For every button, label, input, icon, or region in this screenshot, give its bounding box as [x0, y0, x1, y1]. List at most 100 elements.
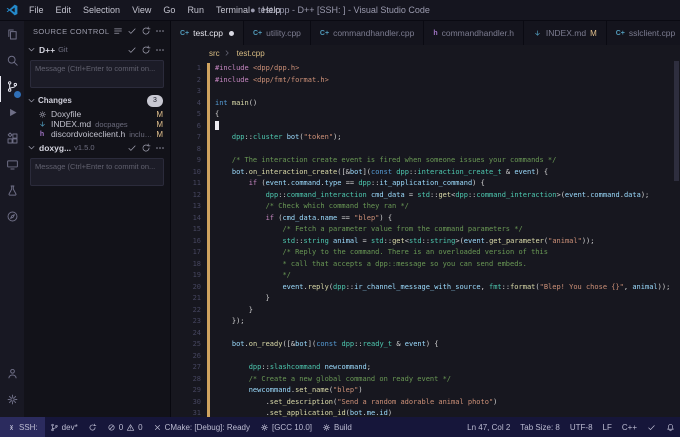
code-line[interactable]: /* Create a new global command on ready …	[215, 374, 680, 386]
code-line[interactable]: dpp::command_interaction cmd_data = std:…	[215, 190, 680, 202]
code-line[interactable]: {	[215, 109, 680, 121]
status-encoding[interactable]: UTF-8	[565, 417, 598, 437]
line-number: 13	[192, 202, 201, 210]
status-remote-indicator[interactable]: SSH:	[0, 417, 45, 437]
code-line[interactable]: bot.on_ready([&bot](const dpp::ready_t &…	[215, 339, 680, 351]
code-line[interactable]: /* Check which command they ran */	[215, 201, 680, 213]
status-git-branch[interactable]: dev*	[45, 417, 83, 437]
refresh-icon[interactable]	[141, 26, 151, 36]
menu-run[interactable]: Run	[181, 0, 210, 20]
code-line[interactable]: event.reply(dpp::ir_channel_message_with…	[215, 282, 680, 294]
chevron-down-icon[interactable]	[27, 143, 36, 152]
breadcrumb-folder[interactable]: src	[209, 49, 220, 58]
tab-commandhandler-cpp[interactable]: C+ commandhandler.cpp	[310, 21, 425, 45]
warning-icon	[126, 423, 135, 432]
more-icon[interactable]	[155, 26, 165, 36]
code-line[interactable]: #include <dpp/fmt/format.h>	[215, 75, 680, 87]
activity-search[interactable]	[0, 50, 24, 76]
status-cursor-position[interactable]: Ln 47, Col 2	[462, 417, 515, 437]
check-icon[interactable]	[127, 143, 137, 153]
code-line[interactable]	[215, 86, 680, 98]
menu-selection[interactable]: Selection	[77, 0, 126, 20]
activity-manage-settings[interactable]	[0, 389, 24, 415]
menu-terminal[interactable]: Terminal	[210, 0, 256, 20]
check-icon[interactable]	[127, 45, 137, 55]
tab-sslclient-cpp[interactable]: C+ sslclient.cpp	[606, 21, 680, 45]
status-cmake-status[interactable]: CMake: [Debug]: Ready	[148, 417, 255, 437]
activity-gitlens[interactable]	[0, 206, 24, 232]
code-line[interactable]: dpp::cluster bot("token");	[215, 132, 680, 144]
commit-message-input[interactable]: Message (Ctrl+Enter to commit on...	[30, 60, 164, 88]
refresh-icon[interactable]	[141, 143, 151, 153]
tab-commandhandler-h[interactable]: h commandhandler.h	[424, 21, 524, 45]
status-problems[interactable]: 00	[102, 417, 148, 437]
code-line[interactable]: dpp::slashcommand newcommand;	[215, 362, 680, 374]
code-line[interactable]: }	[215, 305, 680, 317]
more-icon[interactable]	[155, 45, 165, 55]
tab-test-cpp[interactable]: C+ test.cpp	[171, 21, 244, 45]
repo-row-dpp[interactable]: D++ Git	[24, 41, 170, 58]
code-line[interactable]	[215, 351, 680, 363]
more-icon[interactable]	[155, 143, 165, 153]
code-line[interactable]	[215, 144, 680, 156]
menu-help[interactable]: Help	[256, 0, 287, 20]
activity-remote-explorer[interactable]	[0, 154, 24, 180]
code-line[interactable]: int main()	[215, 98, 680, 110]
branch-icon	[50, 423, 59, 432]
status-tab-size[interactable]: Tab Size: 8	[515, 417, 565, 437]
code-line[interactable]: .set_description("Send a random adorable…	[215, 397, 680, 409]
breadcrumb-file[interactable]: test.cpp	[237, 49, 265, 58]
status-format-status[interactable]	[642, 417, 661, 437]
commit-message-input-2[interactable]: Message (Ctrl+Enter to commit on...	[30, 158, 164, 186]
code-line[interactable]	[215, 328, 680, 340]
code-line[interactable]: if (event.command.type == dpp::it_applic…	[215, 178, 680, 190]
gutter[interactable]: 1 2 3 4 5 6 7 8 9 10 11 12 13 14 15 16 17 18 19 20 21 22 23 24 2…	[171, 63, 207, 417]
refresh-icon[interactable]	[141, 45, 151, 55]
tab-utility-cpp[interactable]: C+ utility.cpp	[243, 21, 311, 45]
status-language-mode[interactable]: C++	[617, 417, 642, 437]
tab-index-md[interactable]: INDEX.md M	[523, 21, 607, 45]
changes-section-header[interactable]: Changes 3	[24, 92, 170, 109]
menu-go[interactable]: Go	[157, 0, 181, 20]
status-notifications[interactable]	[661, 417, 680, 437]
menu-file[interactable]: File	[23, 0, 50, 20]
scm-file-discordvoiceclient-h[interactable]: h discordvoiceclient.hinclude/d... M	[24, 129, 170, 139]
status-eol[interactable]: LF	[598, 417, 617, 437]
list-icon[interactable]	[113, 26, 123, 36]
code-line[interactable]: if (cmd_data.name == "blep") {	[215, 213, 680, 225]
status-cmake-build[interactable]: Build	[317, 417, 357, 437]
menu-edit[interactable]: Edit	[50, 0, 78, 20]
activity-testing[interactable]	[0, 180, 24, 206]
code-line[interactable]: */	[215, 270, 680, 282]
code-line[interactable]: * call that accepts a dpp::message so yo…	[215, 259, 680, 271]
code-line[interactable]: newcommand.set_name("blep")	[215, 385, 680, 397]
code-line[interactable]: .set_application_id(bot.me.id)	[215, 408, 680, 417]
chevron-down-icon[interactable]	[27, 45, 36, 54]
scrollbar-thumb[interactable]	[674, 61, 679, 181]
activity-explorer[interactable]	[0, 24, 24, 50]
code-line[interactable]: bot.on_interaction_create([&bot](const d…	[215, 167, 680, 179]
code-line[interactable]: #include <dpp/dpp.h>	[215, 63, 680, 75]
status-sync-changes[interactable]	[83, 417, 102, 437]
code-line[interactable]: /* Reply to the command. There is an ove…	[215, 247, 680, 259]
activity-source-control[interactable]	[0, 76, 24, 102]
repo-row-doxygen[interactable]: doxyg... v1.5.0	[24, 139, 170, 156]
menu-view[interactable]: View	[126, 0, 157, 20]
activity-accounts[interactable]	[0, 363, 24, 389]
code-line[interactable]: /* Fetch a parameter value from the comm…	[215, 224, 680, 236]
code-line[interactable]: }	[215, 293, 680, 305]
editor-scrollbar[interactable]	[672, 61, 680, 417]
breadcrumb[interactable]: src test.cpp	[171, 45, 680, 61]
code-line[interactable]: std::string animal = std::get<std::strin…	[215, 236, 680, 248]
scm-file-index-md[interactable]: INDEX.md docpages M	[24, 119, 170, 129]
code-line[interactable]	[215, 121, 680, 133]
editor[interactable]: 1 2 3 4 5 6 7 8 9 10 11 12 13 14 15 16 17 18 19 20 21 22 23 24 2…	[171, 61, 680, 417]
code-line[interactable]: });	[215, 316, 680, 328]
check-icon[interactable]	[127, 26, 137, 36]
code-lines[interactable]: #include <dpp/dpp.h> #include <dpp/fmt/fo…	[215, 63, 680, 417]
code-line[interactable]: /* The interaction create event is fired…	[215, 155, 680, 167]
activity-run-and-debug[interactable]	[0, 102, 24, 128]
activity-extensions[interactable]	[0, 128, 24, 154]
status-cmake-kit[interactable]: [GCC 10.0]	[255, 417, 317, 437]
scm-file-doxyfile[interactable]: Doxyfile M	[24, 109, 170, 119]
